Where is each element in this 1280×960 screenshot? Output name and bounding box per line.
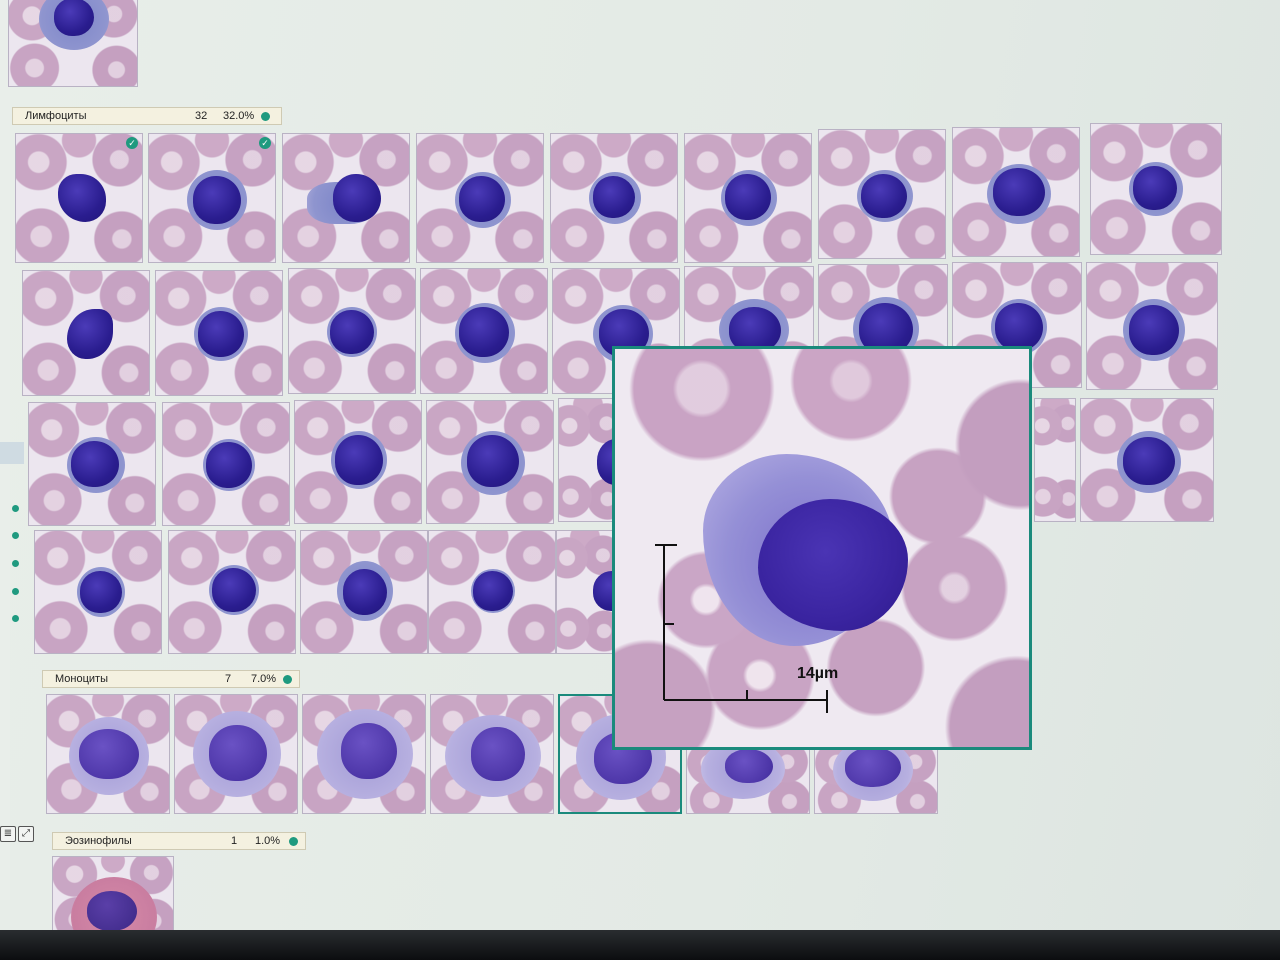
cell-tile[interactable]: ✓	[148, 133, 276, 263]
category-percent: 7.0%	[251, 673, 277, 685]
status-dot-icon	[261, 112, 270, 121]
sidebar-status-dot[interactable]	[12, 588, 19, 595]
cell-tile[interactable]	[416, 133, 544, 263]
cell-tile[interactable]	[155, 270, 283, 396]
cell-tile[interactable]	[558, 398, 618, 522]
status-dot-icon	[289, 837, 298, 846]
cell-tile[interactable]	[34, 530, 162, 654]
cell-tile[interactable]	[686, 748, 810, 814]
cell-tile[interactable]	[302, 694, 426, 814]
category-count: 1	[231, 835, 238, 847]
status-dot-icon	[283, 675, 292, 684]
cell-tile[interactable]	[550, 133, 678, 263]
sidebar-status-dot[interactable]	[12, 615, 19, 622]
monitor-bezel	[0, 930, 1280, 960]
category-count: 7	[225, 673, 232, 685]
category-count: 32	[195, 110, 208, 122]
cell-tile[interactable]	[684, 133, 812, 263]
cell-tile[interactable]	[426, 400, 554, 524]
cell-tile[interactable]	[428, 530, 556, 654]
list-icon[interactable]: ≣	[0, 826, 16, 842]
cell-tile[interactable]	[46, 694, 170, 814]
cell-tile[interactable]: ✓	[15, 133, 143, 263]
check-icon: ✓	[126, 137, 138, 149]
category-percent: 1.0%	[255, 835, 281, 847]
screen: ≣ ⤢ Лимфоциты 32 32.0% ✓ ✓ Моноциты 7 7.…	[0, 0, 1280, 940]
category-name: Моноциты	[55, 673, 108, 685]
cell-tile[interactable]	[8, 0, 138, 87]
cell-tile[interactable]	[162, 402, 290, 526]
sidebar-status-dot[interactable]	[12, 505, 19, 512]
cell-tile[interactable]	[420, 268, 548, 394]
cell-tile[interactable]	[952, 127, 1080, 257]
category-header-monocytes[interactable]: Моноциты 7 7.0%	[42, 670, 300, 688]
cell-tile[interactable]	[52, 856, 174, 936]
cell-tile[interactable]	[22, 270, 150, 396]
cell-tile[interactable]	[814, 748, 938, 814]
cell-tile[interactable]	[294, 400, 422, 524]
sidebar-selected-item[interactable]	[0, 442, 24, 464]
scale-bar	[655, 544, 828, 713]
sidebar-status-dot[interactable]	[12, 560, 19, 567]
cell-tile[interactable]	[1086, 262, 1218, 390]
check-icon: ✓	[259, 137, 271, 149]
cell-tile[interactable]	[300, 530, 428, 654]
scale-label: 14µm	[797, 665, 839, 682]
cell-tile[interactable]	[282, 133, 410, 263]
cell-tile[interactable]	[1034, 398, 1076, 522]
expand-icon[interactable]: ⤢	[18, 826, 34, 842]
cell-tile[interactable]	[174, 694, 298, 814]
category-header-eosinophils[interactable]: Эозинофилы 1 1.0%	[52, 832, 306, 850]
cell-tile[interactable]	[168, 530, 296, 654]
cell-tile[interactable]	[556, 530, 614, 654]
cell-tile[interactable]	[28, 402, 156, 526]
cell-tile[interactable]	[1090, 123, 1222, 255]
cell-tile[interactable]	[430, 694, 554, 814]
cell-tile[interactable]	[1080, 398, 1214, 522]
category-name: Эозинофилы	[65, 835, 132, 847]
category-name: Лимфоциты	[25, 110, 87, 122]
category-percent: 32.0%	[223, 110, 255, 122]
cell-tile[interactable]	[288, 268, 416, 394]
category-header-lymphocytes[interactable]: Лимфоциты 32 32.0%	[12, 107, 282, 125]
cell-tile[interactable]	[818, 129, 946, 259]
sidebar-status-dot[interactable]	[12, 532, 19, 539]
zoom-preview-panel[interactable]: 14µm	[612, 346, 1032, 750]
